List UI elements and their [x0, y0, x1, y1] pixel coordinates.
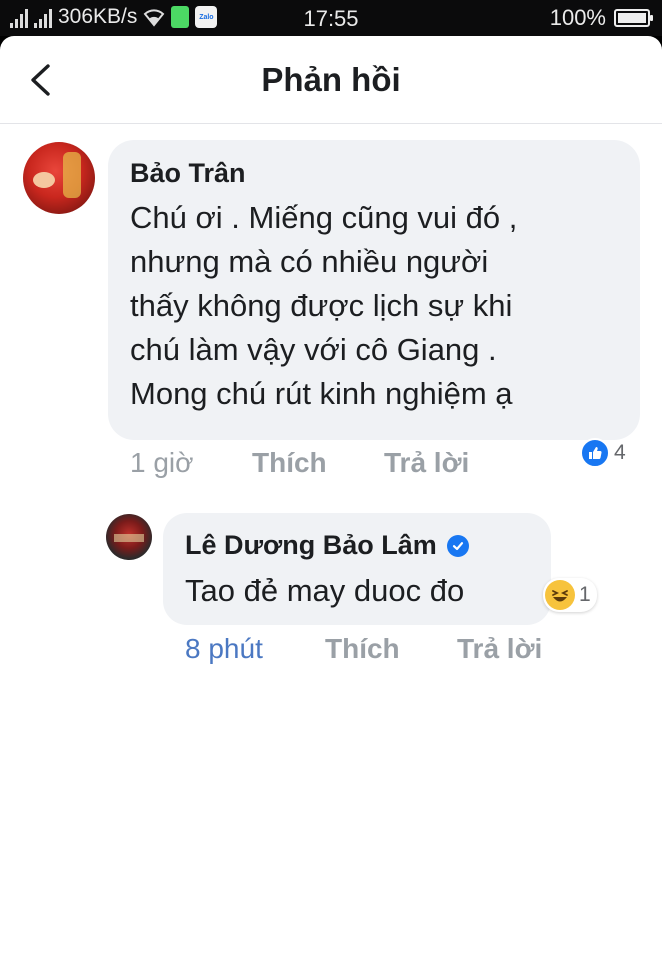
comment-author-row: Lê Dương Bảo Lâm: [185, 530, 469, 561]
status-bar: 306KB/s Zalo 17:55 100%: [0, 0, 662, 36]
comment-bubble: Lê Dương Bảo Lâm Tao đẻ may duoc đo: [163, 513, 551, 625]
haha-icon: [545, 580, 575, 610]
reply-button[interactable]: Trả lời: [457, 633, 542, 665]
comment-list: Bảo Trân Chú ơi . Miếng cũng vui đó , nh…: [0, 36, 662, 960]
avatar[interactable]: [23, 142, 95, 214]
reaction-number: 4: [614, 441, 626, 464]
comment-author[interactable]: Lê Dương Bảo Lâm: [185, 530, 437, 561]
reaction-number: 1: [579, 583, 591, 606]
comment-time[interactable]: 8 phút: [185, 633, 325, 665]
verified-badge-icon: [446, 534, 469, 557]
like-button[interactable]: Thích: [252, 447, 384, 479]
comment-time[interactable]: 1 giờ: [130, 447, 252, 479]
battery-level: [618, 13, 646, 23]
comment-actions: 8 phút Thích Trả lời: [185, 633, 542, 665]
battery-icon: [614, 9, 653, 27]
reaction-count[interactable]: 1: [543, 578, 597, 612]
comment-actions: 1 giờ Thích Trả lời: [130, 447, 469, 479]
like-icon: [580, 438, 610, 468]
reaction-count[interactable]: 4: [580, 438, 626, 468]
comment-author[interactable]: Bảo Trân: [130, 158, 246, 189]
battery-percent: 100%: [549, 5, 606, 30]
status-right: 100%: [549, 5, 653, 31]
like-button[interactable]: Thích: [325, 633, 457, 665]
comment-bubble: Bảo Trân Chú ơi . Miếng cũng vui đó , nh…: [108, 140, 640, 440]
reply-button[interactable]: Trả lời: [384, 447, 469, 479]
comment-text: Tao đẻ may duoc đo: [185, 573, 465, 608]
comment-text: Chú ơi . Miếng cũng vui đó , nhưng mà có…: [130, 200, 518, 411]
avatar[interactable]: [106, 514, 152, 560]
